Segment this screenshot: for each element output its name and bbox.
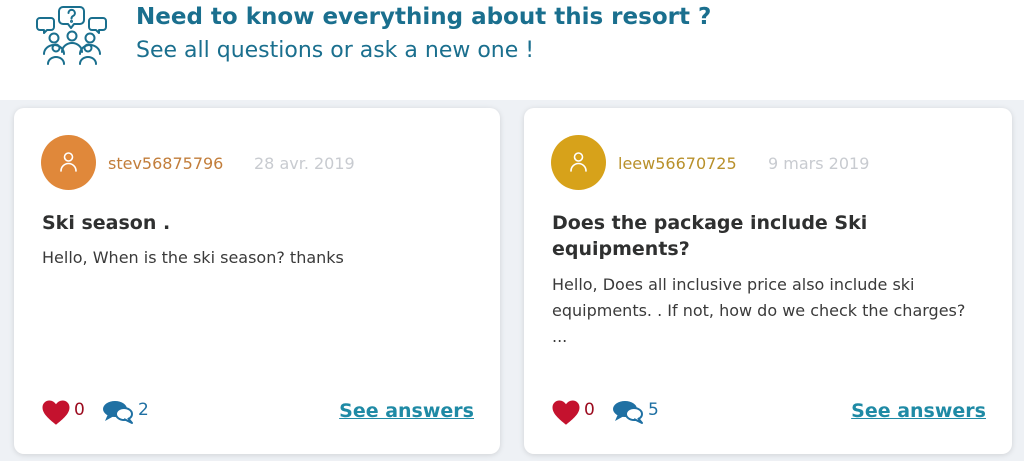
like-count: 0 [584, 400, 595, 420]
comment-icon[interactable] [102, 399, 134, 429]
author-username[interactable]: leew56670725 [618, 154, 737, 173]
community-questions-icon [34, 4, 110, 66]
header: Need to know everything about this resor… [0, 0, 1024, 100]
author-username[interactable]: stev56875796 [108, 154, 223, 173]
question-card: stev56875796 28 avr. 2019 Ski season . H… [14, 108, 500, 454]
user-icon [570, 152, 587, 172]
avatar [41, 135, 96, 190]
question-body: Hello, Does all inclusive price also inc… [552, 275, 966, 346]
question-title: Does the package include Ski equipments? [552, 212, 868, 260]
question-body: Hello, When is the ski season? thanks [42, 248, 344, 267]
heart-icon[interactable] [41, 399, 71, 430]
question-card: leew56670725 9 mars 2019 Does the packag… [524, 108, 1012, 454]
comment-count: 2 [138, 400, 149, 420]
post-date: 9 mars 2019 [768, 154, 870, 173]
comment-count: 5 [648, 400, 659, 420]
page-title: Need to know everything about this resor… [136, 4, 712, 30]
question-title: Ski season . [42, 212, 171, 234]
avatar [551, 135, 606, 190]
post-date: 28 avr. 2019 [254, 154, 355, 173]
see-answers-link[interactable]: See answers [339, 400, 474, 422]
like-count: 0 [74, 400, 85, 420]
page-subtitle: See all questions or ask a new one ! [136, 38, 535, 63]
user-icon [60, 152, 77, 172]
heart-icon[interactable] [551, 399, 581, 430]
see-answers-link[interactable]: See answers [851, 400, 986, 422]
comment-icon[interactable] [612, 399, 644, 429]
